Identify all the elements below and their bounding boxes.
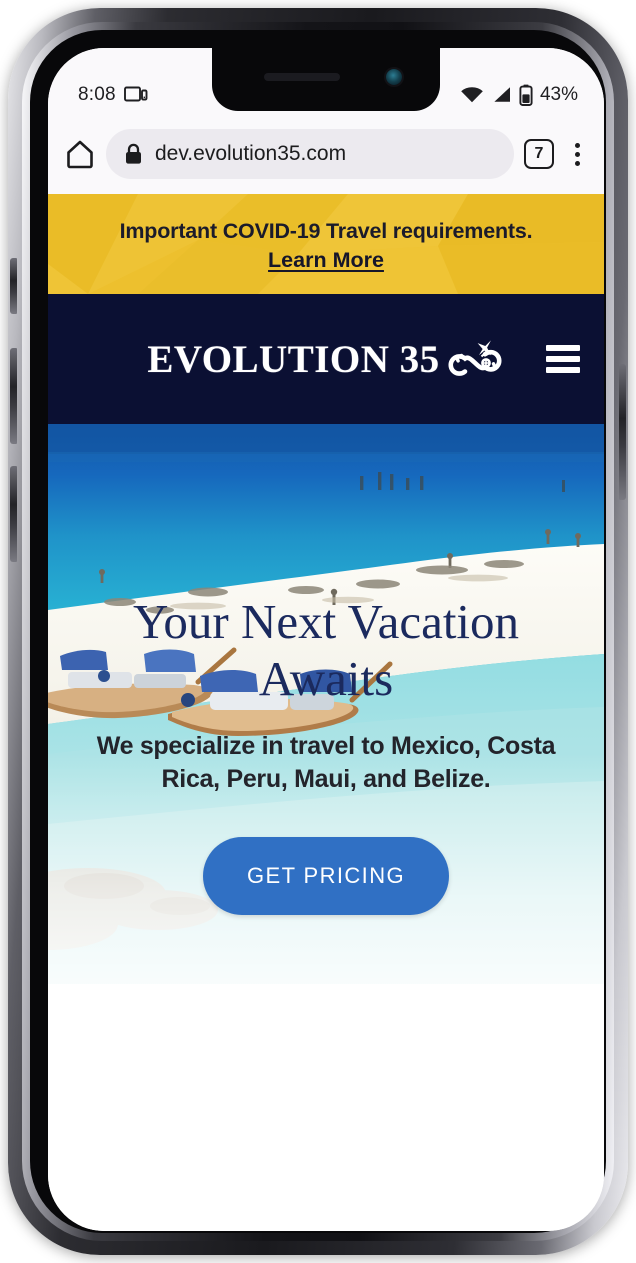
site-header: EVOLUTION 35 [48,294,604,424]
volume-up-button[interactable] [10,348,17,444]
hero-title-line-2: Awaits [258,650,394,706]
power-button[interactable] [619,364,626,500]
url-text: dev.evolution35.com [155,142,347,165]
address-bar[interactable]: dev.evolution35.com [106,129,514,179]
status-time: 8:08 [78,84,116,105]
hero-subtitle: We specialize in travel to Mexico, Costa… [96,731,556,794]
front-camera [386,69,402,85]
covid-learn-more-link[interactable]: Learn More [268,245,384,275]
infinity-airplane-icon [441,333,505,385]
tab-count-value: 7 [534,145,544,162]
hero-section: Your Next Vacation Awaits We specialize … [48,424,604,1231]
battery-icon [519,84,533,106]
phone-notch [212,48,440,111]
web-page: Important COVID-19 Travel requirements. … [48,194,604,1231]
hero-title-line-1: Your Next Vacation [132,594,520,649]
browser-toolbar: dev.evolution35.com 7 [48,114,604,194]
status-bar-right: 43% [460,84,578,106]
tab-count-button[interactable]: 7 [524,139,554,169]
wifi-icon [461,87,483,103]
kebab-menu-icon[interactable] [564,139,590,169]
covid-banner-message: Important COVID-19 Travel requirements. [119,218,533,243]
cell-signal-icon [494,87,510,102]
hero-content: Your Next Vacation Awaits We specialize … [48,594,604,915]
covid-banner: Important COVID-19 Travel requirements. … [48,194,604,294]
lock-icon [126,143,141,164]
cast-icon [123,86,148,102]
get-pricing-button[interactable]: GET PRICING [202,836,449,915]
phone-screen: 8:08 43% dev.evolution35.com 7 Important… [48,48,604,1231]
phone-frame: 8:08 43% dev.evolution35.com 7 Important… [8,8,628,1255]
hero-title: Your Next Vacation Awaits [68,594,584,708]
battery-percent: 43% [539,84,578,105]
logo-wordmark: EVOLUTION 35 [147,337,440,381]
site-logo[interactable]: EVOLUTION 35 [147,333,504,385]
earpiece-speaker [264,73,340,81]
hamburger-menu-icon[interactable] [546,345,580,373]
mute-switch-button[interactable] [10,258,17,314]
home-icon[interactable] [64,138,96,170]
status-bar-left: 8:08 [78,84,148,106]
volume-down-button[interactable] [10,466,17,562]
screenshot-root: 8:08 43% dev.evolution35.com 7 Important… [0,0,636,1263]
